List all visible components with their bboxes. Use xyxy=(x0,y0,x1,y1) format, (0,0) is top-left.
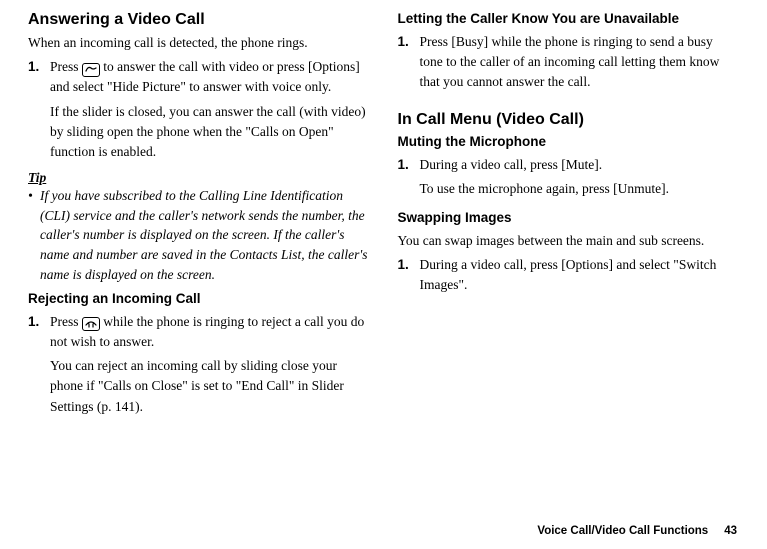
step-1-reject: 1. Press while the phone is ringing to r… xyxy=(28,312,368,421)
swap-intro: You can swap images between the main and… xyxy=(398,231,738,251)
tip-label: Tip xyxy=(28,170,368,186)
step-number: 1. xyxy=(398,155,420,204)
call-key-icon xyxy=(82,63,100,77)
step-number: 1. xyxy=(398,32,420,97)
heading-answering-video-call: Answering a Video Call xyxy=(28,10,368,31)
step-text: During a video call, press [Options] and… xyxy=(420,255,738,296)
step-1-swap: 1. During a video call, press [Options] … xyxy=(398,255,738,300)
heading-muting-mic: Muting the Microphone xyxy=(398,133,738,151)
step-content: Press [Busy] while the phone is ringing … xyxy=(420,32,738,97)
page-columns: Answering a Video Call When an incoming … xyxy=(28,10,737,425)
step-text-a: Press xyxy=(50,314,79,329)
tip-bullet: • xyxy=(28,186,40,284)
step-1-mute: 1. During a video call, press [Mute]. To… xyxy=(398,155,738,204)
step-number: 1. xyxy=(28,312,50,421)
tip-text: If you have subscribed to the Calling Li… xyxy=(40,186,368,284)
step-content: Press to answer the call with video or p… xyxy=(50,57,368,166)
step-text: During a video call, press [Mute]. xyxy=(420,155,738,175)
step-content: During a video call, press [Mute]. To us… xyxy=(420,155,738,204)
step-text-p2: To use the microphone again, press [Unmu… xyxy=(420,179,738,199)
page-footer: Voice Call/Video Call Functions 43 xyxy=(537,525,737,537)
step-number: 1. xyxy=(28,57,50,166)
heading-caller-unavailable: Letting the Caller Know You are Unavaila… xyxy=(398,10,738,28)
step-1-busy: 1. Press [Busy] while the phone is ringi… xyxy=(398,32,738,97)
end-call-key-icon xyxy=(82,317,100,331)
footer-label: Voice Call/Video Call Functions xyxy=(537,525,708,537)
step-1-answer: 1. Press to answer the call with video o… xyxy=(28,57,368,166)
step-text-a: Press xyxy=(50,59,79,74)
step-text-p2: If the slider is closed, you can answer … xyxy=(50,102,368,163)
step-number: 1. xyxy=(398,255,420,300)
step-text-p2: You can reject an incoming call by slidi… xyxy=(50,356,368,417)
page-number: 43 xyxy=(724,525,737,537)
heading-swapping-images: Swapping Images xyxy=(398,209,738,227)
heading-in-call-menu: In Call Menu (Video Call) xyxy=(398,110,738,131)
heading-rejecting-call: Rejecting an Incoming Call xyxy=(28,290,368,308)
right-column: Letting the Caller Know You are Unavaila… xyxy=(398,10,738,425)
left-column: Answering a Video Call When an incoming … xyxy=(28,10,368,425)
step-content: During a video call, press [Options] and… xyxy=(420,255,738,300)
tip-row: • If you have subscribed to the Calling … xyxy=(28,186,368,284)
step-content: Press while the phone is ringing to reje… xyxy=(50,312,368,421)
intro-text: When an incoming call is detected, the p… xyxy=(28,33,368,53)
step-text: Press [Busy] while the phone is ringing … xyxy=(420,32,738,93)
